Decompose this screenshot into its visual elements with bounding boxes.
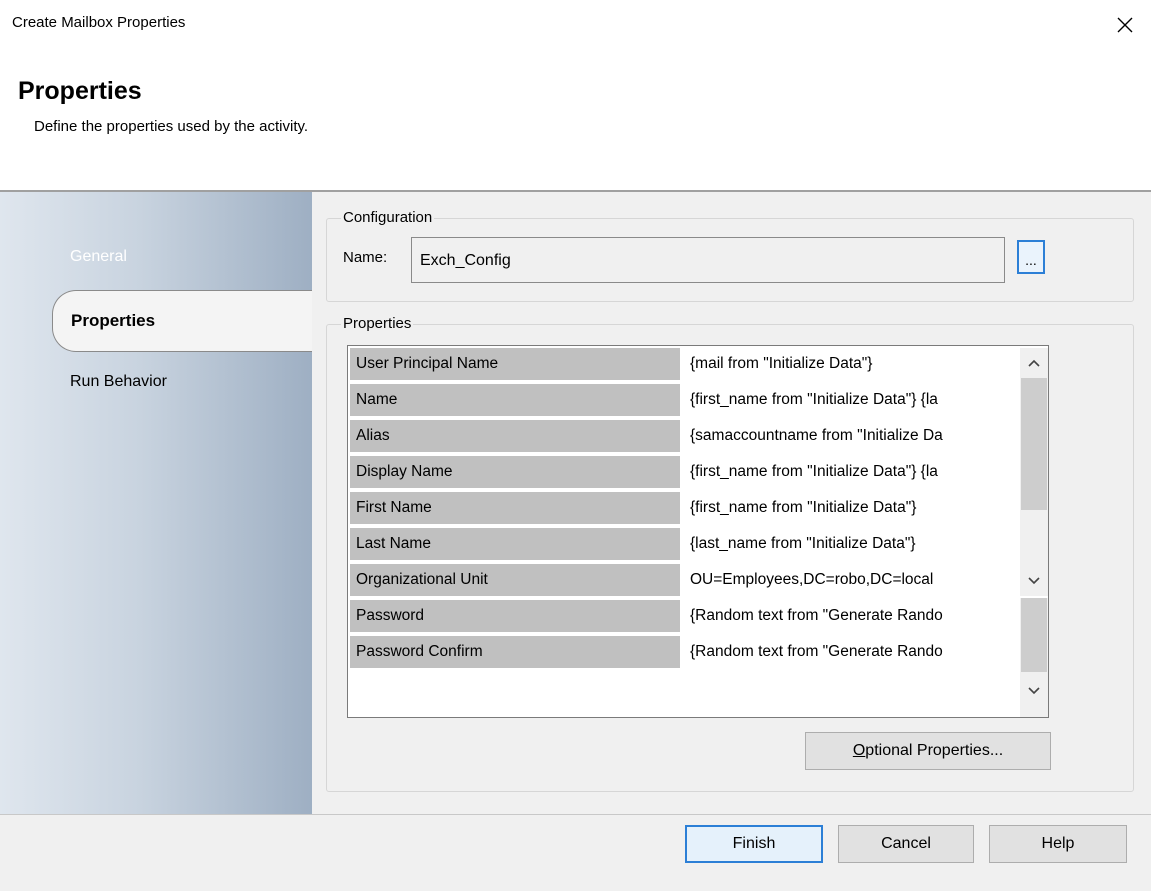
properties-legend: Properties: [341, 315, 414, 332]
optional-properties-button[interactable]: Optional Properties...: [805, 732, 1051, 770]
grid-scrollbar-lower[interactable]: [1020, 598, 1048, 717]
chevron-down-icon: [1028, 687, 1040, 695]
footer-bar: Finish Cancel Help: [0, 814, 1151, 891]
close-button[interactable]: [1105, 8, 1145, 42]
configuration-name-field[interactable]: Exch_Config: [411, 237, 1005, 283]
name-label: Name:: [343, 249, 388, 266]
cancel-button[interactable]: Cancel: [838, 825, 974, 863]
mnemonic-letter: O: [852, 742, 866, 759]
button-label: ptional Properties...: [865, 742, 1004, 759]
grid-scrollbar[interactable]: [1020, 348, 1048, 596]
property-name: Organizational Unit: [350, 564, 680, 596]
scrollbar-thumb[interactable]: [1021, 598, 1047, 672]
configuration-legend: Configuration: [341, 209, 435, 226]
property-name: Last Name: [350, 528, 680, 560]
property-name: First Name: [350, 492, 680, 524]
property-value[interactable]: {first_name from "Initialize Data"}: [684, 492, 1020, 524]
chevron-up-icon: [1028, 359, 1040, 367]
sidebar: General Properties Run Behavior: [0, 192, 314, 814]
property-value[interactable]: {last_name from "Initialize Data"}: [684, 528, 1020, 560]
sidebar-item-general[interactable]: General: [70, 248, 127, 266]
finish-button[interactable]: Finish: [685, 825, 823, 863]
help-button[interactable]: Help: [989, 825, 1127, 863]
property-value[interactable]: {mail from "Initialize Data"}: [684, 348, 1020, 380]
property-value[interactable]: {samaccountname from "Initialize Da: [684, 420, 1020, 452]
window-title: Create Mailbox Properties: [12, 14, 186, 31]
property-name: Display Name: [350, 456, 680, 488]
chevron-down-icon: [1028, 577, 1040, 585]
property-name: Alias: [350, 420, 680, 452]
sidebar-item-run-behavior[interactable]: Run Behavior: [70, 373, 167, 391]
page-title: Properties: [18, 77, 142, 105]
property-name: Password: [350, 600, 680, 632]
property-value[interactable]: OU=Employees,DC=robo,DC=local: [684, 564, 1020, 596]
page-header: Properties Define the properties used by…: [0, 50, 1151, 190]
property-name: User Principal Name: [350, 348, 680, 380]
property-name: Name: [350, 384, 680, 416]
sidebar-item-properties[interactable]: Properties: [52, 290, 314, 352]
sidebar-item-label: Properties: [71, 311, 156, 330]
scroll-down-button[interactable]: [1020, 566, 1048, 596]
close-icon: [1117, 17, 1133, 33]
property-value[interactable]: {Random text from "Generate Rando: [684, 600, 1020, 632]
main-content: Configuration Name: Exch_Config ... Prop…: [312, 192, 1151, 814]
properties-grid: User Principal Name {mail from "Initiali…: [347, 345, 1049, 718]
browse-button[interactable]: ...: [1017, 240, 1045, 274]
configuration-group: Configuration Name: Exch_Config ...: [326, 209, 1134, 302]
property-value[interactable]: {first_name from "Initialize Data"} {la: [684, 384, 1020, 416]
property-value[interactable]: {Random text from "Generate Rando: [684, 636, 1020, 668]
title-bar: Create Mailbox Properties: [0, 0, 1151, 50]
scrollbar-thumb[interactable]: [1021, 378, 1047, 510]
properties-group: Properties User Principal Name {mail fro…: [326, 315, 1134, 792]
property-value[interactable]: {first_name from "Initialize Data"} {la: [684, 456, 1020, 488]
scroll-down-button[interactable]: [1020, 676, 1048, 706]
property-name: Password Confirm: [350, 636, 680, 668]
page-description: Define the properties used by the activi…: [34, 118, 309, 135]
scroll-up-button[interactable]: [1020, 348, 1048, 378]
